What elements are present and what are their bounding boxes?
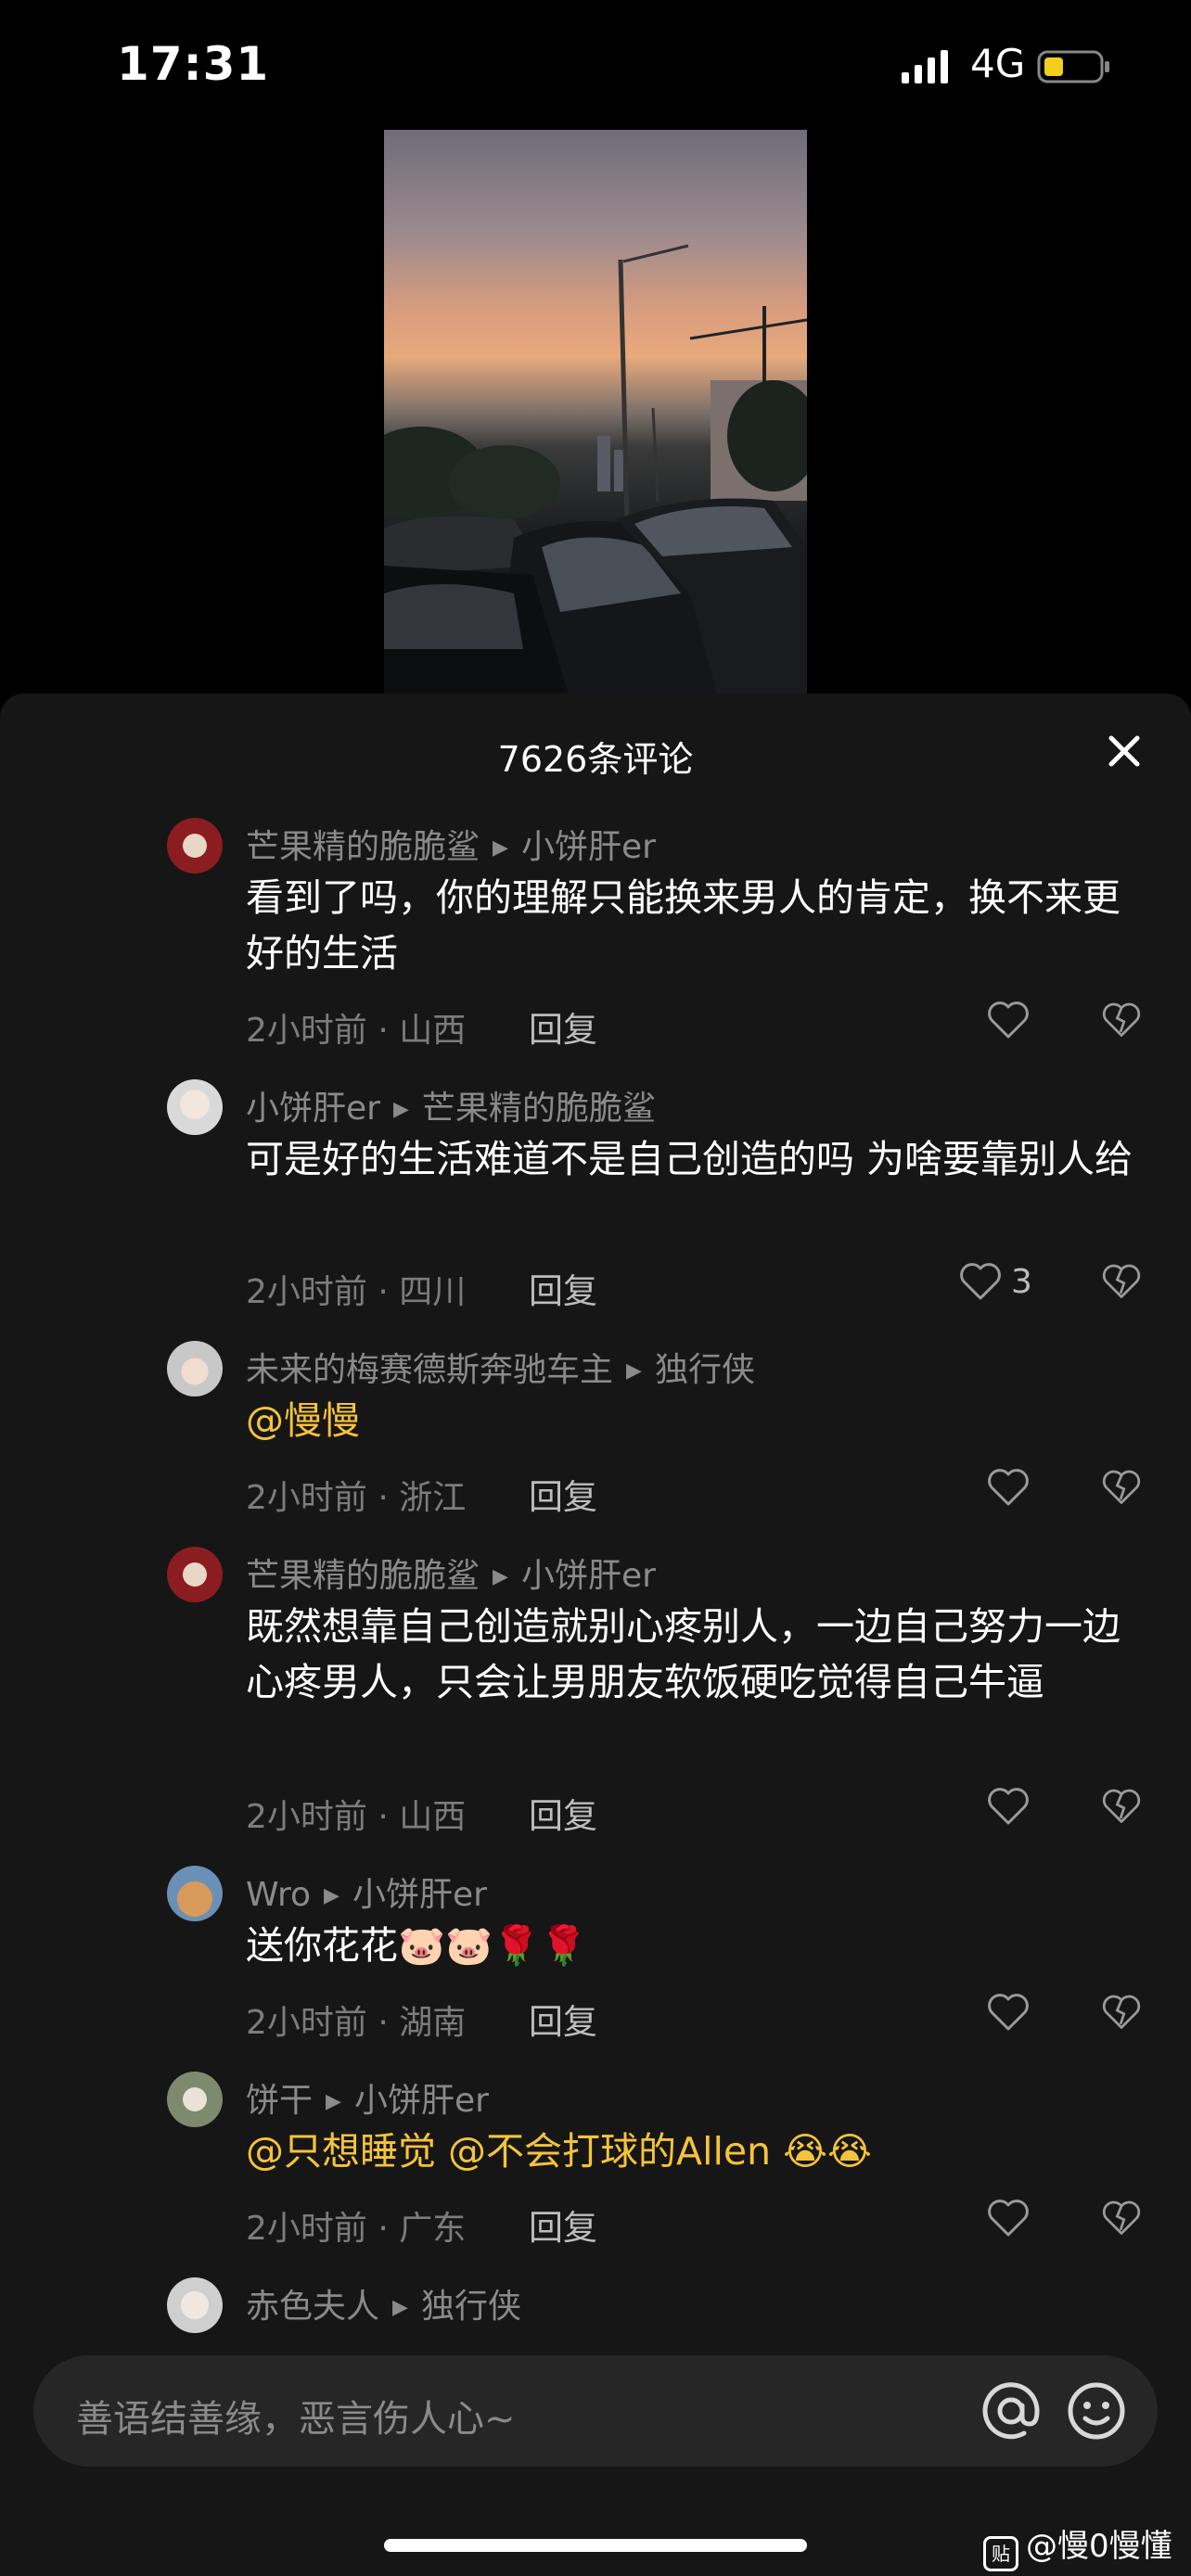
- reply-to-name[interactable]: 独行侠: [655, 1351, 755, 1389]
- author-line: Wro ▶ 小饼肝er: [246, 1868, 487, 1916]
- like-count: 3: [1011, 1263, 1032, 1301]
- reply-to-name[interactable]: 独行侠: [421, 2288, 521, 2326]
- watermark-text: @慢0慢懂: [1026, 2528, 1172, 2565]
- reply-button[interactable]: 回复: [529, 2200, 597, 2250]
- reply-arrow-icon: ▶: [493, 1565, 508, 1588]
- heart-icon[interactable]: [985, 2194, 1031, 2240]
- reply-button[interactable]: 回复: [529, 1001, 597, 1052]
- reply-arrow-icon: ▶: [493, 836, 508, 860]
- comment-text[interactable]: @只想睡觉 @不会打球的Allen 😭😭: [246, 2123, 1155, 2179]
- comment-text: 可是好的生活难道不是自己创造的吗 为啥要靠别人给: [246, 1137, 1133, 1181]
- watermark-logo: 贴: [983, 2536, 1018, 2571]
- avatar[interactable]: [167, 2072, 223, 2127]
- close-icon[interactable]: [1102, 729, 1146, 773]
- comment-meta: 2小时前 · 四川: [246, 1273, 467, 1311]
- avatar[interactable]: [167, 1547, 223, 1602]
- reply-button[interactable]: 回复: [529, 1788, 597, 1838]
- video-thumbnail[interactable]: [384, 130, 807, 697]
- reply-button[interactable]: 回复: [529, 1994, 597, 2044]
- heart-icon[interactable]: [985, 1988, 1031, 2034]
- comment-text: 看到了吗，你的理解只能换来男人的肯定，换不来更好的生活: [246, 875, 1121, 976]
- reply-to-name[interactable]: 小饼肝er: [352, 1876, 487, 1914]
- author-name[interactable]: 芒果精的脆脆鲨: [246, 828, 480, 866]
- author-name[interactable]: 芒果精的脆脆鲨: [246, 1557, 480, 1595]
- author-name[interactable]: 赤色夫人: [246, 2288, 379, 2326]
- status-time: 17:31: [117, 37, 270, 91]
- reply-arrow-icon: ▶: [324, 1884, 339, 1907]
- author-name[interactable]: 小饼肝er: [246, 1090, 380, 1128]
- reply-to-name[interactable]: 小饼肝er: [521, 1557, 656, 1595]
- heart-icon[interactable]: [985, 1463, 1031, 1510]
- signal-icon: [902, 50, 948, 83]
- reply-button[interactable]: 回复: [529, 1263, 597, 1313]
- battery-icon: [1037, 50, 1109, 83]
- author-line: 未来的梅赛德斯奔驰车主 ▶ 独行侠: [246, 1343, 755, 1391]
- heart-icon[interactable]: [985, 996, 1031, 1042]
- author-line: 芒果精的脆脆鲨 ▶ 小饼肝er: [246, 1549, 656, 1597]
- avatar[interactable]: [167, 1079, 223, 1135]
- avatar[interactable]: [167, 818, 223, 874]
- avatar[interactable]: [167, 1341, 223, 1396]
- comment-input-placeholder[interactable]: 善语结善缘，恶言伤人心~: [76, 2389, 516, 2442]
- author-line: 芒果精的脆脆鲨 ▶ 小饼肝er: [246, 820, 656, 868]
- comment-input-bar[interactable]: 善语结善缘，恶言伤人心~: [33, 2355, 1158, 2467]
- reply-button[interactable]: 回复: [529, 1469, 597, 1519]
- comment-meta: 2小时前 · 湖南: [246, 2004, 467, 2042]
- broken-heart-icon[interactable]: [1100, 998, 1143, 1040]
- reply-to-name[interactable]: 小饼肝er: [354, 2082, 489, 2120]
- heart-icon[interactable]: [985, 1782, 1031, 1829]
- broken-heart-icon[interactable]: [1100, 2196, 1143, 2238]
- broken-heart-icon[interactable]: [1100, 1465, 1143, 1508]
- reply-arrow-icon: ▶: [326, 2090, 341, 2113]
- emoji-icon[interactable]: [1063, 2378, 1130, 2444]
- comment-meta: 2小时前 · 山西: [246, 1012, 467, 1050]
- reply-to-name[interactable]: 小饼肝er: [521, 828, 656, 866]
- comment-meta: 2小时前 · 山西: [246, 1798, 467, 1836]
- author-name[interactable]: 未来的梅赛德斯奔驰车主: [246, 1351, 613, 1389]
- avatar[interactable]: [167, 2277, 223, 2333]
- comment-text[interactable]: @慢慢: [246, 1393, 1155, 1448]
- reply-to-name[interactable]: 芒果精的脆脆鲨: [422, 1090, 656, 1128]
- author-name[interactable]: Wro: [246, 1876, 311, 1914]
- heart-icon[interactable]: [957, 1257, 1004, 1304]
- watermark: 贴 @慢0慢懂: [983, 2520, 1172, 2571]
- comment-text: 送你花花🐷🐷🌹🌹: [246, 1923, 588, 1968]
- comment-count-title: 7626条评论: [497, 739, 694, 780]
- author-line: 赤色夫人 ▶ 独行侠: [246, 2279, 521, 2327]
- avatar[interactable]: [167, 1866, 223, 1921]
- reply-arrow-icon: ▶: [626, 1359, 642, 1383]
- author-line: 饼干 ▶ 小饼肝er: [246, 2073, 489, 2122]
- reply-arrow-icon: ▶: [392, 2296, 408, 2319]
- broken-heart-icon[interactable]: [1100, 1259, 1143, 1302]
- comment-meta: 2小时前 · 浙江: [246, 1479, 467, 1517]
- at-icon[interactable]: [978, 2378, 1044, 2444]
- status-bar: 17:31 4G: [0, 0, 1191, 130]
- home-indicator[interactable]: [384, 2539, 807, 2552]
- video-scene: [384, 244, 807, 697]
- broken-heart-icon[interactable]: [1100, 1990, 1143, 2033]
- author-line: 小饼肝er ▶ 芒果精的脆脆鲨: [246, 1081, 656, 1129]
- comment-meta: 2小时前 · 广东: [246, 2210, 467, 2248]
- comment-sheet: 7626条评论 芒果精的脆脆鲨 ▶ 小饼肝er 看到了吗，你的理解只能换来男人的肯定…: [0, 694, 1191, 2576]
- network-type: 4G: [970, 41, 1026, 86]
- author-name[interactable]: 饼干: [246, 2082, 313, 2120]
- broken-heart-icon[interactable]: [1100, 1784, 1143, 1827]
- reply-arrow-icon: ▶: [392, 1098, 409, 1121]
- comment-text: 既然想靠自己创造就别心疼别人，一边自己努力一边心疼男人，只会让男朋友软饭硬吃觉得…: [246, 1604, 1121, 1704]
